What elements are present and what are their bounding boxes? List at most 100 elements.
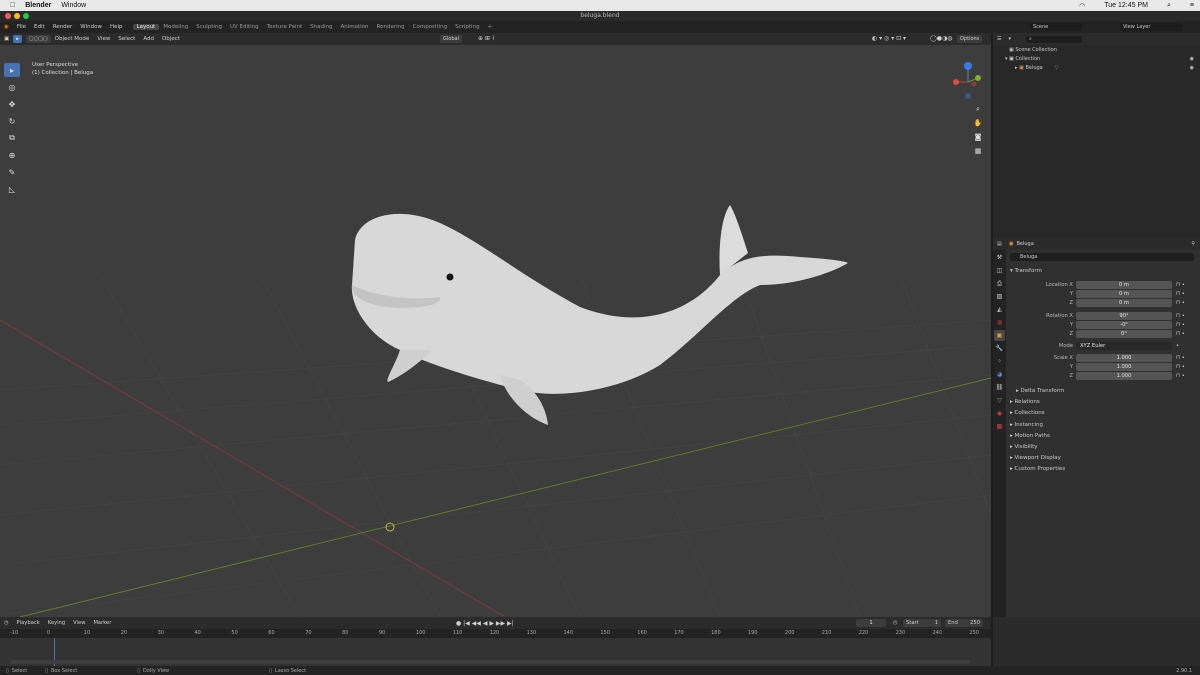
scale-icon[interactable]: ⧉ <box>4 131 20 145</box>
tab-rendering[interactable]: Rendering <box>373 24 409 30</box>
panel-transform[interactable]: ▾ Transform <box>1006 266 1200 276</box>
rotation-x-field[interactable]: 90° <box>1076 311 1172 320</box>
filter-icon[interactable]: ▾ <box>1005 36 1014 42</box>
editor-type-icon[interactable]: ▣ <box>0 36 13 42</box>
add-workspace-button[interactable]: + <box>484 24 497 30</box>
outliner-row-scene-collection[interactable]: ▣ Scene Collection <box>993 45 1200 54</box>
grid-view-icon[interactable]: ▦ <box>972 145 984 157</box>
rotation-y-field[interactable]: -0° <box>1076 320 1172 329</box>
data-tab-icon[interactable]: ▽ <box>994 395 1005 406</box>
tab-uv-editing[interactable]: UV Editing <box>226 24 263 30</box>
timeline-scrollbar[interactable] <box>10 660 970 664</box>
panel-instancing[interactable]: ▸ Instancing <box>1006 420 1200 430</box>
select-mode-icons[interactable]: ▢▢▢▢ <box>25 35 51 43</box>
menu-marker[interactable]: Marker <box>89 620 115 626</box>
object-tab-icon[interactable]: ▣ <box>994 330 1005 341</box>
material-tab-icon[interactable]: ◉ <box>994 408 1005 419</box>
app-menu[interactable]: Blender <box>25 2 51 9</box>
pan-hand-icon[interactable]: ✋ <box>972 117 984 129</box>
outliner-row-collection[interactable]: ▾ ▣ Collection ◉ <box>993 54 1200 63</box>
menu-help[interactable]: Help <box>106 24 127 30</box>
lock-icon[interactable]: ⊓ • <box>1176 355 1185 361</box>
menu-list-icon[interactable]: ≡ <box>1190 2 1194 9</box>
close-icon[interactable] <box>5 13 11 19</box>
current-frame-field[interactable]: 1 <box>856 619 886 627</box>
minimize-icon[interactable] <box>14 13 20 19</box>
measure-icon[interactable]: ◺ <box>4 182 20 196</box>
location-y-field[interactable]: 0 m <box>1076 289 1172 298</box>
panel-custom-properties[interactable]: ▸ Custom Properties <box>1006 464 1200 474</box>
tab-texture-paint[interactable]: Texture Paint <box>263 24 307 30</box>
tab-sculpting[interactable]: Sculpting <box>192 24 226 30</box>
pin-icon[interactable]: ⚲ <box>1191 241 1195 247</box>
clock-icon[interactable]: ◴ <box>893 620 898 626</box>
snap-icons[interactable]: ⊕ ⊞ ⌇ <box>478 35 495 42</box>
tab-compositing[interactable]: Compositing <box>409 24 451 30</box>
navigation-gizmo[interactable] <box>948 60 988 102</box>
lock-icon[interactable]: ⊓ • <box>1176 331 1185 337</box>
object-name-field[interactable]: Beluga <box>1010 253 1194 261</box>
rotation-z-field[interactable]: 0° <box>1076 329 1172 338</box>
zoom-icon[interactable] <box>23 13 29 19</box>
properties-editor-icon[interactable]: ▤ <box>993 241 1006 247</box>
panel-delta-transform[interactable]: ▸ Delta Transform <box>1006 386 1200 396</box>
menu-add[interactable]: Add <box>139 36 158 42</box>
outliner-search-input[interactable]: ⌕ <box>1026 35 1082 43</box>
lock-icon[interactable]: ⊓ • <box>1176 373 1185 379</box>
panel-motion-paths[interactable]: ▸ Motion Paths <box>1006 431 1200 441</box>
menu-window[interactable]: Window <box>76 24 106 30</box>
scene-selector[interactable]: Scene <box>1030 23 1082 31</box>
particles-tab-icon[interactable]: ⁘ <box>994 356 1005 367</box>
panel-relations[interactable]: ▸ Relations <box>1006 397 1200 407</box>
menu-select[interactable]: Select <box>114 36 139 42</box>
tab-scripting[interactable]: Scripting <box>451 24 483 30</box>
timeline-editor-icon[interactable]: ◷ <box>0 620 13 626</box>
wifi-icon[interactable]: ◠ <box>1079 2 1085 10</box>
3d-viewport[interactable]: ▸ ◎ ✥ ↻ ⧉ ⊕ ✎ ◺ User Perspective (1) Col… <box>0 45 991 617</box>
lock-icon[interactable]: ⊓ • <box>1176 322 1185 328</box>
panel-viewport-display[interactable]: ▸ Viewport Display <box>1006 453 1200 463</box>
lock-icon[interactable]: ⊓ • <box>1176 364 1185 370</box>
object-mode-dropdown[interactable]: Object Mode <box>51 36 94 42</box>
constraints-tab-icon[interactable]: ⛓ <box>994 382 1005 393</box>
select-box-icon[interactable]: ▸ <box>4 63 20 77</box>
rotate-icon[interactable]: ↻ <box>4 114 20 128</box>
window-menu[interactable]: Window <box>61 2 86 9</box>
menu-edit[interactable]: Edit <box>30 24 49 30</box>
options-dropdown[interactable]: Options <box>957 35 983 43</box>
frame-ruler[interactable]: -10 0 10 20 30 40 50 60 70 80 90 100 110 120 130 140 150… <box>0 629 991 638</box>
start-frame-field[interactable]: Start 1 <box>903 619 941 627</box>
render-tab-icon[interactable]: ◫ <box>994 265 1005 276</box>
move-icon[interactable]: ✥ <box>4 97 20 111</box>
lock-icon[interactable]: ⊓ • <box>1176 291 1185 297</box>
menu-object[interactable]: Object <box>158 36 184 42</box>
menu-view[interactable]: View <box>93 36 114 42</box>
world-tab-icon[interactable]: ◍ <box>994 317 1005 328</box>
menu-timeline-view[interactable]: View <box>69 620 89 626</box>
rotation-mode-dropdown[interactable]: XYZ Euler <box>1076 341 1172 350</box>
view-layer-tab-icon[interactable]: ▨ <box>994 291 1005 302</box>
menu-playback[interactable]: Playback <box>13 620 44 626</box>
end-frame-field[interactable]: End 250 <box>945 619 983 627</box>
search-icon[interactable]: ⌕ <box>1167 2 1171 10</box>
modifier-tab-icon[interactable]: 🔧 <box>994 343 1005 354</box>
location-z-field[interactable]: 0 m <box>1076 298 1172 307</box>
zoom-icon[interactable]: ⌕ <box>972 103 984 115</box>
menu-file[interactable]: File <box>13 24 30 30</box>
output-tab-icon[interactable]: ⎙ <box>994 278 1005 289</box>
scale-y-field[interactable]: 1.000 <box>1076 362 1172 371</box>
tab-layout[interactable]: Layout <box>132 24 160 30</box>
beluga-model[interactable] <box>351 205 848 425</box>
scale-z-field[interactable]: 1.000 <box>1076 371 1172 380</box>
tab-shading[interactable]: Shading <box>306 24 336 30</box>
physics-tab-icon[interactable]: ◕ <box>994 369 1005 380</box>
eye-icon[interactable]: ◉ <box>1190 65 1194 71</box>
clock[interactable]: Tue 12:45 PM <box>1104 2 1148 9</box>
camera-icon[interactable]: ◙ <box>972 131 984 143</box>
tab-modeling[interactable]: Modeling <box>159 24 192 30</box>
overlay-icons[interactable]: ◐ ▾ ◎ ▾ ⊡ ▾ <box>872 35 906 42</box>
tab-animation[interactable]: Animation <box>336 24 372 30</box>
scene-tab-icon[interactable]: ◭ <box>994 304 1005 315</box>
annotate-icon[interactable]: ✎ <box>4 165 20 179</box>
apple-icon[interactable]:  <box>10 2 15 9</box>
